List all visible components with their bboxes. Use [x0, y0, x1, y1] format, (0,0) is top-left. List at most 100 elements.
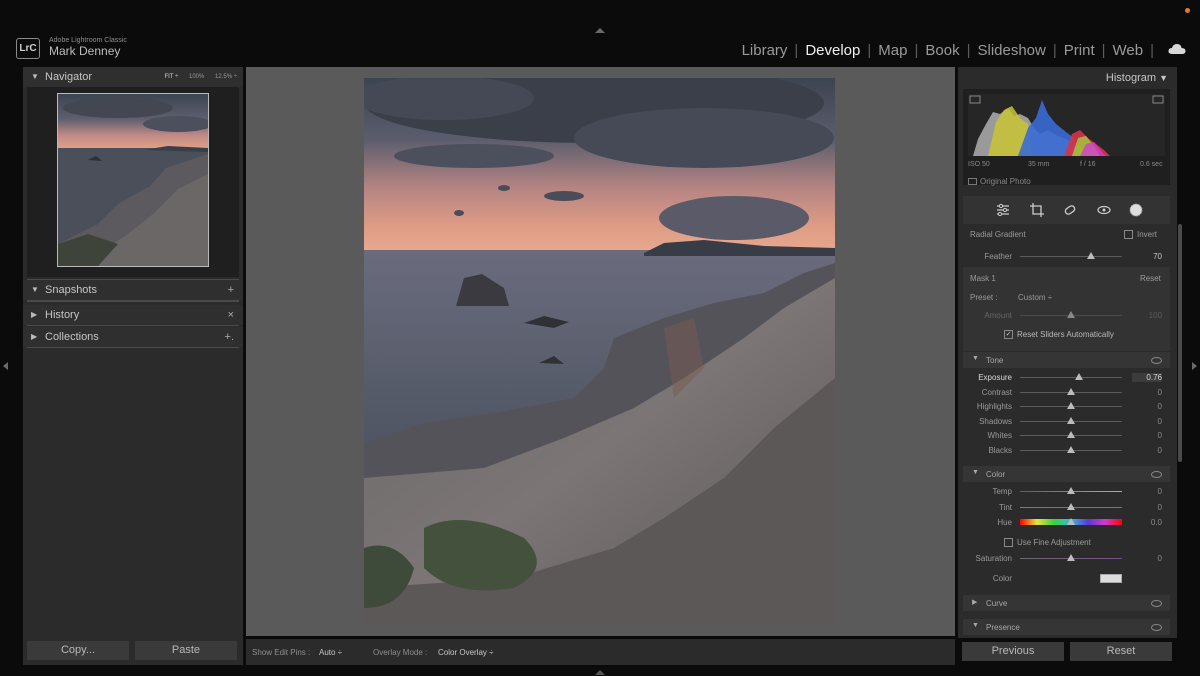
- zoom-fit[interactable]: FIT ÷: [164, 74, 178, 80]
- highlights-slider-knob[interactable]: [1067, 402, 1075, 409]
- overlay-mode-select[interactable]: Color Overlay ÷: [438, 648, 494, 657]
- exposure-slider-track[interactable]: [1020, 377, 1122, 378]
- collapse-triangle-icon: ▼: [972, 355, 979, 362]
- fine-adjustment-checkbox[interactable]: [1004, 538, 1013, 548]
- preset-select[interactable]: Custom ÷: [1018, 293, 1052, 302]
- zoom-custom[interactable]: 12.5% ÷: [215, 74, 237, 80]
- mask-reset-button[interactable]: Reset: [1140, 274, 1161, 283]
- amount-value: 100: [1148, 311, 1162, 320]
- identity-plate-user-name: Mark Denney: [49, 44, 121, 58]
- temp-value[interactable]: 0: [1132, 487, 1162, 496]
- show-edit-pins-label: Show Edit Pins :: [252, 648, 311, 657]
- tone-visibility-eye-icon[interactable]: [1151, 357, 1162, 364]
- highlights-label: Highlights: [976, 402, 1012, 411]
- whites-slider-knob[interactable]: [1067, 431, 1075, 438]
- show-edit-pins-select[interactable]: Auto ÷: [319, 648, 342, 657]
- hue-value[interactable]: 0.0: [1132, 518, 1162, 527]
- contrast-label: Contrast: [981, 387, 1012, 397]
- photo-preview[interactable]: [364, 78, 835, 624]
- collections-header[interactable]: ▶ Collections +.: [23, 327, 243, 347]
- feather-slider-knob[interactable]: [1087, 252, 1096, 259]
- color-visibility-eye-icon[interactable]: [1151, 471, 1162, 478]
- module-slideshow[interactable]: Slideshow: [970, 42, 1052, 59]
- module-book[interactable]: Book: [918, 42, 966, 59]
- original-photo-toggle[interactable]: Original Photo: [968, 177, 1031, 186]
- crop-icon[interactable]: [1029, 202, 1045, 218]
- history-header[interactable]: ▶ History ×: [23, 305, 243, 325]
- saturation-value[interactable]: 0: [1132, 554, 1162, 563]
- navigator-zoom-options: FIT ÷ 100% 12.5% ÷: [155, 67, 237, 87]
- histogram-header[interactable]: Histogram ▼: [1106, 72, 1168, 84]
- module-library[interactable]: Library: [735, 42, 795, 59]
- module-picker: Library | Develop | Map | Book | Slideshow | …: [735, 42, 1154, 59]
- shadows-value[interactable]: 0: [1132, 417, 1162, 426]
- module-map[interactable]: Map: [871, 42, 914, 59]
- app-product-name: Adobe Lightroom Classic: [49, 37, 127, 44]
- fine-adjustment-toggle[interactable]: Use Fine Adjustment: [1004, 538, 1091, 548]
- exposure-value[interactable]: 0.76: [1132, 373, 1162, 382]
- red-eye-icon[interactable]: [1096, 202, 1112, 218]
- navigator-thumbnail[interactable]: [57, 93, 209, 267]
- original-photo-checkbox[interactable]: [968, 178, 977, 186]
- invert-toggle[interactable]: Invert: [1124, 230, 1157, 240]
- original-photo-label: Original Photo: [980, 177, 1031, 186]
- saturation-slider-knob[interactable]: [1067, 554, 1075, 561]
- tone-header[interactable]: ▼ Tone: [963, 352, 1170, 368]
- panel-divider: [27, 325, 239, 326]
- tint-value[interactable]: 0: [1132, 503, 1162, 512]
- amount-slider-knob[interactable]: [1067, 311, 1075, 318]
- whites-value[interactable]: 0: [1132, 431, 1162, 440]
- paste-settings-button[interactable]: Paste: [135, 641, 237, 660]
- reset-sliders-toggle[interactable]: ✓ Reset Sliders Automatically: [1004, 330, 1114, 340]
- saturation-label: Saturation: [975, 554, 1012, 563]
- collapse-triangle-icon: ▼: [972, 469, 979, 476]
- curve-header[interactable]: ▶ Curve: [963, 595, 1170, 611]
- reset-sliders-checkbox[interactable]: ✓: [1004, 330, 1013, 340]
- add-snapshot-button[interactable]: +: [228, 280, 234, 300]
- presence-header[interactable]: ▼ Presence: [963, 619, 1170, 635]
- healing-icon[interactable]: [1062, 202, 1078, 218]
- reset-button[interactable]: Reset: [1070, 642, 1172, 661]
- module-develop[interactable]: Develop: [798, 42, 867, 59]
- curve-visibility-eye-icon[interactable]: [1151, 600, 1162, 607]
- feather-slider-track[interactable]: [1020, 256, 1122, 257]
- right-panel-scrollbar[interactable]: [1178, 224, 1182, 462]
- shadows-slider-knob[interactable]: [1067, 416, 1075, 424]
- histogram-graph[interactable]: [968, 94, 1165, 156]
- contrast-value[interactable]: 0: [1132, 388, 1162, 397]
- notification-dot[interactable]: [1185, 8, 1190, 13]
- edit-sliders-icon[interactable]: [995, 202, 1011, 218]
- add-collection-button[interactable]: +.: [225, 327, 234, 347]
- panel-divider: [27, 300, 239, 302]
- copy-settings-button[interactable]: Copy...: [27, 641, 129, 660]
- presence-visibility-eye-icon[interactable]: [1151, 624, 1162, 631]
- zoom-100[interactable]: 100%: [189, 74, 204, 80]
- blacks-slider-knob[interactable]: [1067, 445, 1075, 453]
- masking-icon[interactable]: [1128, 202, 1144, 218]
- collapse-left-panel-arrow-icon[interactable]: [3, 362, 8, 370]
- invert-checkbox[interactable]: [1124, 230, 1133, 240]
- temp-slider-knob[interactable]: [1067, 487, 1075, 494]
- hue-slider-knob[interactable]: [1067, 518, 1075, 525]
- collapse-right-panel-arrow-icon[interactable]: [1192, 362, 1197, 370]
- tint-slider-knob[interactable]: [1067, 502, 1075, 510]
- contrast-slider-knob[interactable]: [1067, 387, 1075, 395]
- collapse-filmstrip-arrow-icon[interactable]: [595, 670, 605, 675]
- clear-history-button[interactable]: ×: [228, 305, 234, 325]
- color-swatch-label: Color: [992, 574, 1012, 583]
- previous-settings-button[interactable]: Previous: [962, 642, 1064, 661]
- exposure-slider-knob[interactable]: [1075, 373, 1084, 380]
- module-web[interactable]: Web: [1106, 42, 1151, 59]
- feather-value[interactable]: 70: [1132, 252, 1162, 261]
- highlights-value[interactable]: 0: [1132, 402, 1162, 411]
- cloud-sync-icon[interactable]: [1168, 43, 1186, 55]
- collapse-triangle-icon: ▼: [31, 285, 39, 294]
- left-panel: ▼ Navigator FIT ÷ 100% 12.5% ÷ ▼ Snapsho…: [23, 67, 243, 665]
- blacks-value[interactable]: 0: [1132, 446, 1162, 455]
- module-print[interactable]: Print: [1057, 42, 1102, 59]
- snapshots-header[interactable]: ▼ Snapshots +: [23, 280, 243, 300]
- color-swatch-picker[interactable]: [1100, 574, 1122, 583]
- color-header[interactable]: ▼ Color: [963, 466, 1170, 482]
- navigator-header[interactable]: ▼ Navigator FIT ÷ 100% 12.5% ÷: [23, 67, 243, 87]
- collapse-top-panel-arrow-icon[interactable]: [595, 28, 605, 33]
